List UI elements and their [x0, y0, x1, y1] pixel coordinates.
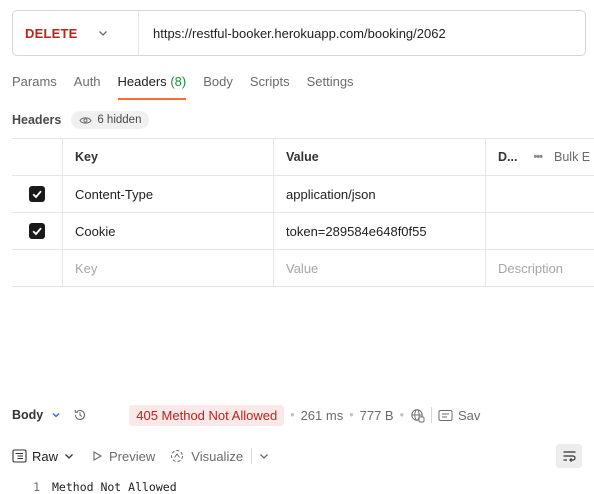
save-response-icon[interactable]	[438, 409, 454, 422]
response-toolbar: Raw Preview Visualize	[12, 444, 594, 468]
new-value-input[interactable]: Value	[274, 250, 486, 286]
chevron-down-icon[interactable]	[51, 410, 61, 420]
headers-title: Headers	[12, 113, 62, 127]
history-icon[interactable]	[73, 408, 87, 422]
response-body-line: 1 Method Not Allowed	[12, 480, 177, 494]
column-header-description-cell: D... ••• Bulk E	[486, 139, 594, 175]
header-checkbox-cell	[12, 139, 63, 175]
row-checkbox[interactable]	[29, 186, 45, 202]
new-description-input[interactable]: Description	[486, 250, 594, 286]
checkmark-icon	[32, 227, 42, 236]
row-checkbox-cell	[12, 176, 63, 212]
row-key[interactable]: Content-Type	[63, 176, 274, 212]
method-select[interactable]: DELETE	[13, 11, 139, 55]
column-header-key: Key	[63, 139, 274, 175]
method-label: DELETE	[25, 25, 78, 41]
tab-body[interactable]: Body	[203, 74, 233, 100]
separator-dot: •	[290, 408, 295, 422]
tab-headers-count: (8)	[170, 74, 187, 89]
preview-button[interactable]: Preview	[91, 449, 155, 464]
row-checkbox[interactable]	[29, 223, 45, 239]
raw-format-icon	[12, 449, 27, 463]
visualize-label: Visualize	[191, 448, 244, 464]
request-tabs: Params Auth Headers (8) Body Scripts Set…	[12, 74, 371, 100]
separator-dot: •	[349, 408, 354, 422]
row-value[interactable]: application/json	[274, 176, 486, 212]
row-checkbox-cell	[12, 250, 63, 286]
new-key-input[interactable]: Key	[63, 250, 274, 286]
eye-icon	[79, 116, 92, 124]
row-value[interactable]: token=289584e648f0f55	[274, 213, 486, 249]
chevron-down-icon	[65, 454, 73, 459]
line-text[interactable]: Method Not Allowed	[52, 480, 177, 494]
save-response-button[interactable]: Sav	[458, 408, 480, 423]
tab-auth[interactable]: Auth	[74, 74, 101, 100]
chevron-down-icon	[97, 27, 109, 39]
response-time[interactable]: 261 ms	[301, 408, 344, 423]
tab-headers[interactable]: Headers (8)	[117, 74, 187, 100]
row-description[interactable]	[486, 176, 594, 212]
word-wrap-toggle[interactable]	[556, 444, 582, 468]
row-key[interactable]: Cookie	[63, 213, 274, 249]
visualize-button[interactable]: Visualize	[169, 448, 270, 464]
hidden-headers-toggle[interactable]: 6 hidden	[71, 111, 150, 129]
more-options-icon[interactable]: •••	[533, 151, 543, 163]
row-checkbox-cell	[12, 213, 63, 249]
column-header-description: D...	[498, 150, 518, 164]
word-wrap-icon	[563, 450, 576, 462]
visualize-icon	[171, 450, 184, 462]
table-row: Content-Type application/json	[12, 176, 594, 213]
tab-params[interactable]: Params	[12, 74, 57, 100]
divider	[251, 448, 253, 464]
column-header-value: Value	[274, 139, 486, 175]
table-row-empty: Key Value Description	[12, 250, 594, 287]
row-description[interactable]	[486, 213, 594, 249]
preview-label: Preview	[109, 448, 156, 464]
view-mode-label: Raw	[32, 448, 59, 464]
tab-scripts[interactable]: Scripts	[250, 74, 290, 100]
response-body-label: Body	[12, 408, 44, 422]
table-row: Cookie token=289584e648f0f55	[12, 213, 594, 250]
divider	[430, 407, 432, 423]
bulk-edit-button[interactable]: Bulk E	[554, 150, 590, 164]
hidden-headers-label: 6 hidden	[97, 114, 142, 126]
separator-dot: •	[399, 408, 404, 422]
tab-headers-label: Headers	[117, 74, 167, 89]
checkmark-icon	[32, 190, 42, 199]
url-input[interactable]: https://restful-booker.herokuapp.com/boo…	[139, 26, 446, 41]
chevron-down-icon	[260, 454, 269, 459]
tab-settings[interactable]: Settings	[307, 74, 354, 100]
request-url-bar: DELETE https://restful-booker.herokuapp.…	[12, 10, 586, 56]
headers-table: Key Value D... ••• Bulk E Content-Type a…	[12, 138, 594, 287]
table-header-row: Key Value D... ••• Bulk E	[12, 139, 594, 176]
status-badge[interactable]: 405 Method Not Allowed	[129, 404, 285, 426]
line-number: 1	[33, 480, 40, 494]
response-size[interactable]: 777 B	[360, 408, 394, 423]
response-status-bar: Body 405 Method Not Allowed • 261 ms • 7…	[12, 402, 594, 428]
headers-section-header: Headers 6 hidden	[12, 110, 150, 130]
play-icon	[93, 451, 103, 461]
view-mode-select[interactable]: Raw	[12, 449, 75, 464]
network-globe-icon[interactable]	[410, 408, 425, 423]
